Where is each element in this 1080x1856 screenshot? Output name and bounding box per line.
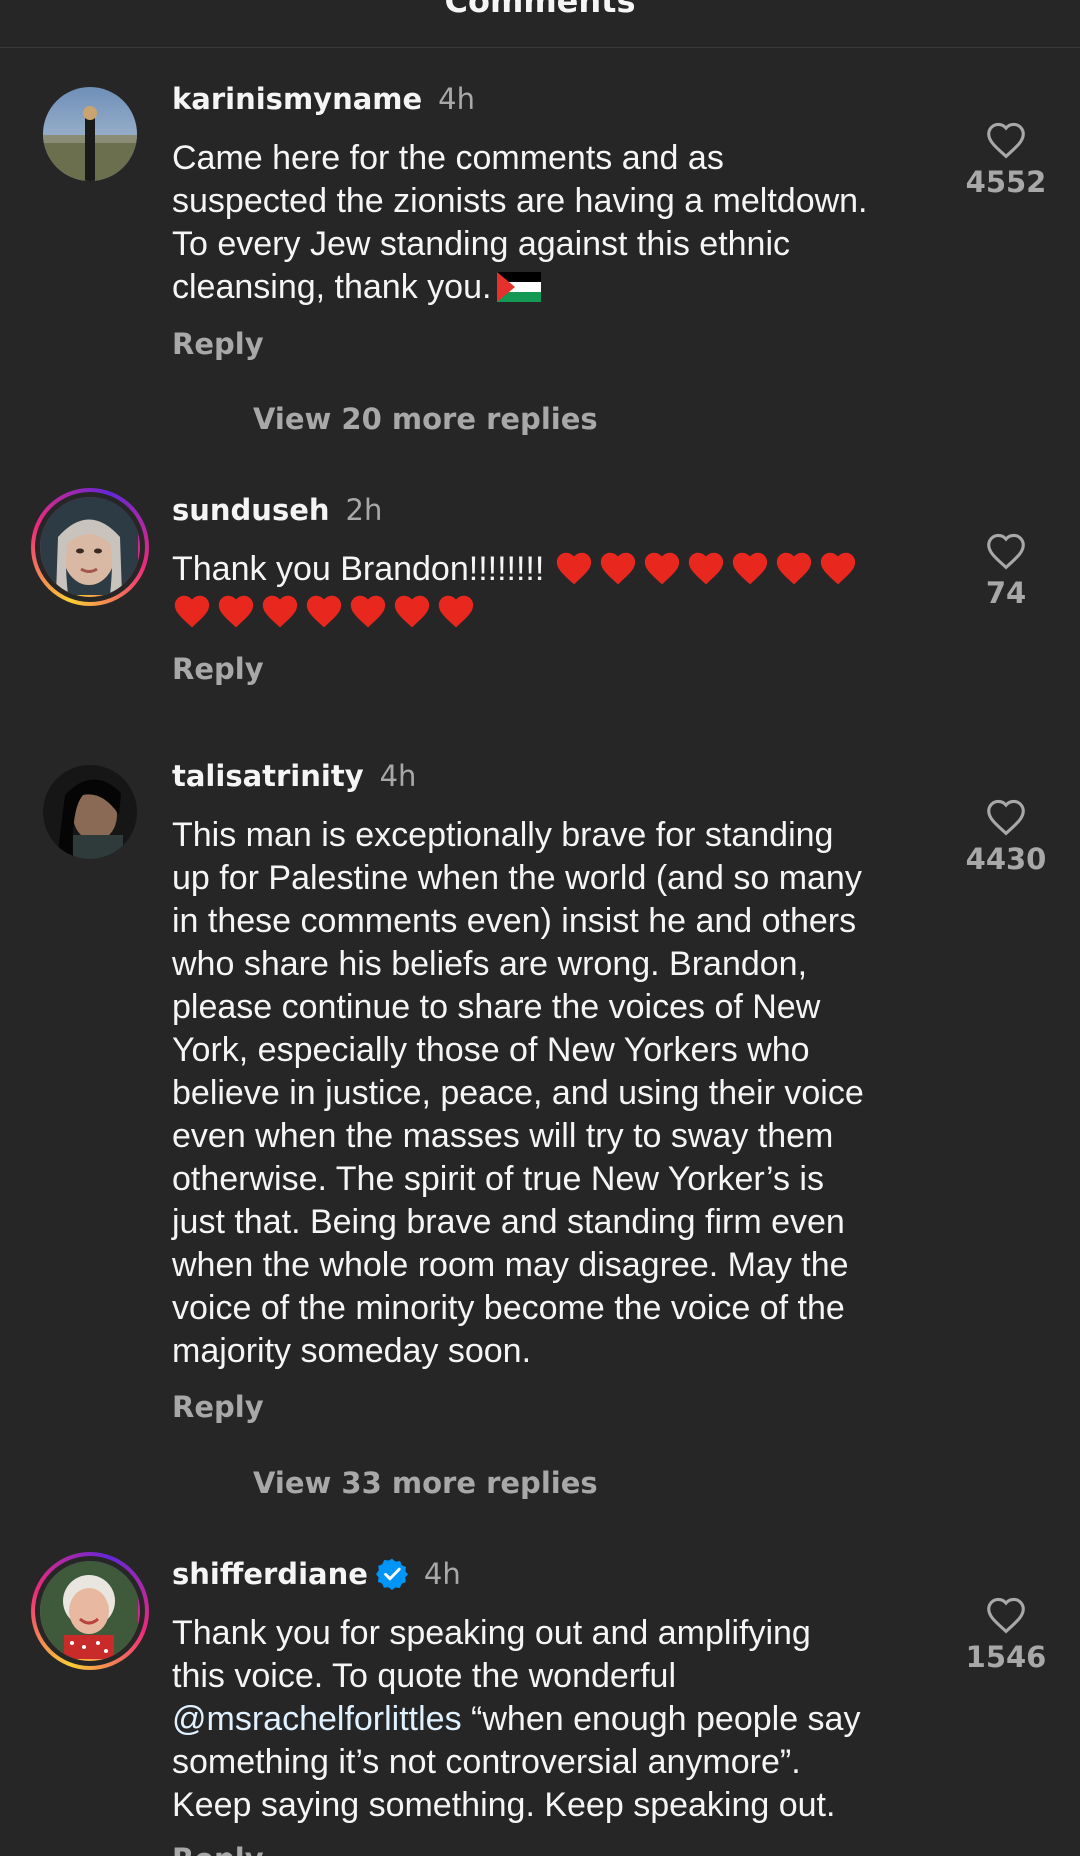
like-count: 4430 <box>965 842 1047 876</box>
reply-button[interactable]: Reply <box>172 652 264 686</box>
red-heart-emoji <box>820 552 855 585</box>
comment-meta: shifferdiane 4h <box>172 1557 461 1591</box>
comment-text: Came here for the comments and as suspec… <box>172 139 868 306</box>
comment-meta: sunduseh 2h <box>172 493 382 527</box>
heart-emoji-row <box>172 593 480 631</box>
timestamp: 4h <box>438 82 476 116</box>
comment-meta: karinismyname 4h <box>172 82 475 116</box>
comment-text: Thank you for speaking out and amplifyin… <box>172 1614 861 1824</box>
red-heart-emoji <box>776 552 811 585</box>
avatar[interactable] <box>31 1552 149 1670</box>
red-heart-emoji <box>394 595 430 628</box>
like-button[interactable]: 1546 <box>960 1596 1052 1674</box>
red-heart-emoji <box>732 552 767 585</box>
red-heart-emoji <box>350 595 386 628</box>
red-heart-emoji <box>306 595 342 628</box>
header-title: Comments <box>444 0 636 20</box>
avatar[interactable] <box>43 87 137 181</box>
like-count: 74 <box>985 576 1027 610</box>
username[interactable]: talisatrinity <box>172 759 364 793</box>
like-button[interactable]: 4552 <box>960 121 1052 199</box>
reply-button[interactable]: Reply <box>172 327 264 361</box>
view-more-replies-button[interactable]: View 33 more replies <box>253 1466 598 1500</box>
like-button[interactable]: 4430 <box>960 798 1052 876</box>
comment-text: Thank you Brandon!!!!!!!! <box>172 548 942 634</box>
avatar[interactable] <box>31 488 149 606</box>
timestamp: 2h <box>345 493 383 527</box>
username[interactable]: shifferdiane <box>172 1557 368 1591</box>
view-more-replies-button[interactable]: View 20 more replies <box>253 402 598 436</box>
comment-text: This man is exceptionally brave for stan… <box>172 816 864 1370</box>
red-heart-emoji <box>644 552 679 585</box>
heart-outline-icon <box>987 122 1025 159</box>
verified-badge-icon <box>375 1558 408 1590</box>
red-heart-emoji <box>438 595 474 628</box>
heart-emoji-row <box>554 550 862 588</box>
comment-meta: talisatrinity 4h <box>172 759 416 793</box>
red-heart-emoji <box>688 552 723 585</box>
timestamp: 4h <box>379 759 417 793</box>
reply-button[interactable]: Reply <box>172 1842 264 1856</box>
heart-outline-icon <box>987 799 1025 836</box>
red-heart-emoji <box>174 595 210 628</box>
palestine-flag-emoji <box>497 270 542 302</box>
like-count: 4552 <box>965 165 1047 199</box>
like-count: 1546 <box>965 1640 1047 1674</box>
timestamp: 4h <box>423 1557 461 1591</box>
heart-outline-icon <box>987 1597 1025 1634</box>
avatar[interactable] <box>43 765 137 859</box>
like-button[interactable]: 74 <box>960 532 1052 610</box>
red-heart-emoji <box>556 552 591 585</box>
red-heart-emoji <box>262 595 298 628</box>
username[interactable]: karinismyname <box>172 82 422 116</box>
username[interactable]: sunduseh <box>172 493 330 527</box>
comments-header: Comments <box>0 0 1080 48</box>
reply-button[interactable]: Reply <box>172 1390 264 1424</box>
red-heart-emoji <box>600 552 635 585</box>
heart-outline-icon <box>987 533 1025 570</box>
mention-link[interactable]: @msrachelforlittles <box>172 1700 462 1738</box>
red-heart-emoji <box>218 595 254 628</box>
comments-screen: Comments karinismyname 4h Came here for … <box>0 0 1080 1856</box>
